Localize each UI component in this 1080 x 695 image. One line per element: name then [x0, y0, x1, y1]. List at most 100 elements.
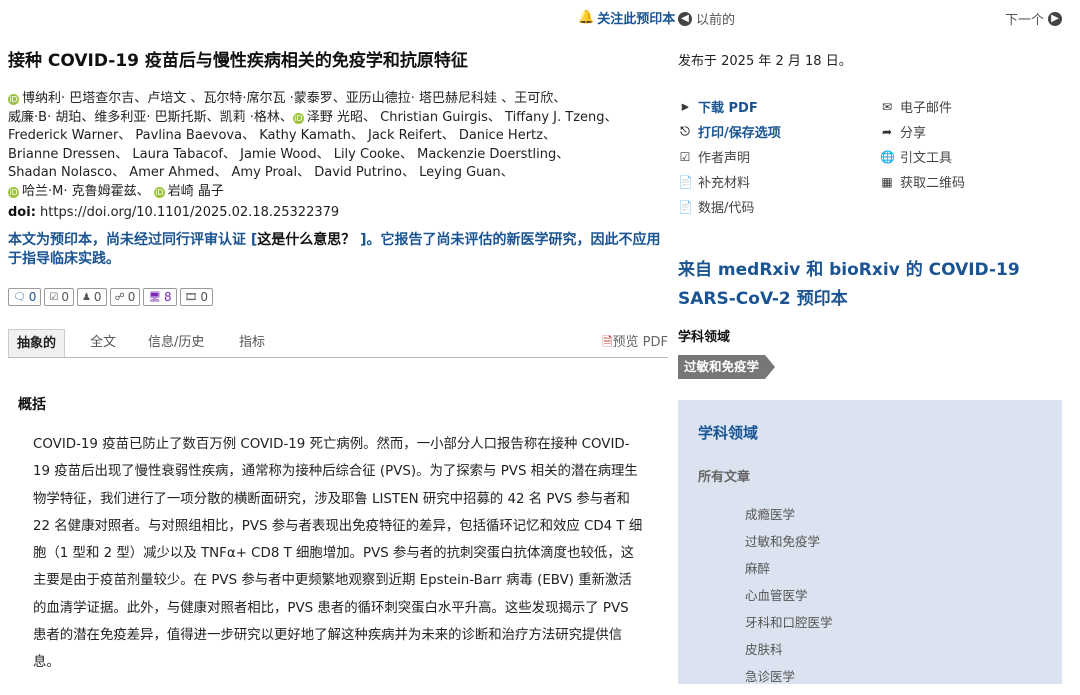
subject-list: 成瘾医学 过敏和免疫学 麻醉 心血管医学 牙科和口腔医学 皮肤科 急诊医学: [745, 506, 833, 695]
previous-link[interactable]: ◀ 以前的: [678, 9, 735, 28]
review-icon: ☑: [49, 291, 59, 303]
doi-line: doi: https://doi.org/10.1101/2025.02.18.…: [8, 205, 339, 220]
share-icon: ➦: [881, 124, 893, 139]
comment-icon: 🗨: [13, 291, 26, 303]
qr-code-icon: ▦: [881, 174, 893, 189]
email-label: 电子邮件: [900, 101, 953, 116]
subject-item-anesthesia[interactable]: 麻醉: [745, 560, 833, 587]
tab-info-history[interactable]: 信息/历史: [148, 329, 204, 357]
citation-tools-link[interactable]: 🌐 引文工具: [880, 147, 953, 167]
print-icon: ⎋: [680, 124, 690, 138]
connections-counter[interactable]: ☍ 0: [109, 288, 141, 306]
film-icon: 🎞: [184, 291, 198, 303]
abstract-heading: 概括: [18, 397, 46, 413]
subject-item-allergy-immunology[interactable]: 过敏和免疫学: [745, 533, 833, 560]
data-code-label: 数据/代码: [698, 201, 755, 216]
print-save-label: 打印/保存选项: [698, 126, 781, 141]
checkbox-icon: ☑: [679, 149, 691, 164]
tab-abstract[interactable]: 抽象的: [8, 329, 66, 357]
share-label: 分享: [900, 126, 927, 141]
file-icon: 📄: [678, 174, 693, 189]
preprint-notice: 本文为预印本，尚未经过同行评审认证 [这是什么意思？ ]。它报告了尚未评估的新医…: [8, 231, 668, 269]
monitor-icon: 🖥: [148, 291, 162, 303]
counter-value: 8: [164, 290, 172, 304]
what-does-this-mean-link[interactable]: 这是什么意思？: [257, 232, 355, 248]
authors-line-3[interactable]: Frederick Warner、 Pavlina Baevova、 Kathy…: [8, 128, 556, 143]
posted-date: 发布于 2025 年 2 月 18 日。: [678, 54, 852, 69]
orcid-icon: iD: [292, 112, 304, 124]
doi-label: doi:: [8, 205, 36, 220]
subject-tag[interactable]: 过敏和免疫学: [678, 355, 776, 379]
counter-value: 0: [93, 290, 102, 304]
data-code-link[interactable]: 📄 数据/代码: [678, 197, 755, 217]
authors-line-2a[interactable]: 威廉·B· 胡珀、维多利亚· 巴斯托斯、凯莉 ·格林、: [8, 110, 293, 125]
arrow-left-icon: ◀: [678, 11, 692, 26]
authors-line-4[interactable]: Brianne Dressen、 Laura Tabacof、 Jamie Wo…: [8, 147, 569, 162]
author-list: iD 博纳利· 巴塔查尔吉、卢培文 、瓦尔特·席尔瓦 ·蒙泰罗、亚历山德拉· 塔巴…: [8, 90, 668, 201]
download-pdf-label: 下载 PDF: [698, 101, 758, 116]
share-link[interactable]: ➦ 分享: [880, 122, 927, 142]
download-icon: ⫸: [681, 99, 689, 113]
subject-item-emergency-medicine[interactable]: 急诊医学: [745, 668, 833, 695]
community-counter[interactable]: ♟ 0: [76, 288, 107, 306]
authors-line-6b[interactable]: 岩崎 晶子: [168, 184, 224, 199]
author-declarations-link[interactable]: ☑ 作者声明: [678, 147, 751, 167]
tab-metrics[interactable]: 指标: [239, 329, 265, 357]
counter-value: 0: [200, 290, 209, 304]
video-counter[interactable]: 🎞 0: [179, 288, 214, 306]
email-link[interactable]: ✉ 电子邮件: [880, 97, 953, 117]
orcid-icon: iD: [8, 186, 19, 198]
orcid-icon: iD: [8, 94, 19, 105]
subject-item-addiction-medicine[interactable]: 成瘾医学: [745, 506, 833, 533]
orcid-icon: iD: [153, 186, 165, 198]
covid-preprints-heading[interactable]: 来自 medRxiv 和 bioRxiv 的 COVID-19 SARS-CoV…: [678, 256, 1068, 314]
qr-code-label: 获取二维码: [900, 176, 966, 191]
abstract-text: COVID-19 疫苗已防止了数百万例 COVID-19 死亡病例。然而，一小部…: [33, 437, 643, 671]
citation-tools-label: 引文工具: [900, 151, 953, 166]
print-save-link[interactable]: ⎋ 打印/保存选项: [678, 122, 781, 141]
subject-item-dermatology[interactable]: 皮肤科: [745, 641, 833, 668]
download-pdf-link[interactable]: ⫸ 下载 PDF: [678, 97, 758, 116]
arrow-right-icon: ▶: [1048, 11, 1063, 26]
share-nodes-icon: ☍: [114, 291, 125, 303]
supplementary-material-label: 补充材料: [698, 176, 751, 191]
all-articles-link[interactable]: 所有文章: [698, 466, 750, 485]
reviews-counter[interactable]: ☑ 0: [44, 288, 74, 306]
subject-item-dentistry[interactable]: 牙科和口腔医学: [745, 614, 833, 641]
authors-line-2b[interactable]: 泽野 光昭、 Christian Guirgis、 Tiffany J. Tze…: [307, 110, 618, 125]
previous-label: 以前的: [696, 13, 736, 28]
preprint-notice-part1: 本文为预印本，尚未经过同行评审认证 [: [8, 232, 258, 248]
envelope-icon: ✉: [881, 99, 893, 114]
preview-pdf-label: 预览 PDF: [612, 335, 668, 350]
supplementary-material-link[interactable]: 📄 补充材料: [678, 172, 751, 192]
authors-line-6a[interactable]: 哈兰·M· 克鲁姆霍兹、: [22, 184, 150, 199]
subject-item-cardiovascular[interactable]: 心血管医学: [745, 587, 833, 614]
bell-icon: 🔔: [578, 10, 595, 25]
subject-area-label: 学科领域: [678, 330, 731, 345]
metrics-counters: 🗨 0 ☑ 0 ♟ 0 ☍ 0 🖥 8 🎞 0: [8, 288, 214, 306]
counter-value: 0: [61, 290, 69, 304]
next-link[interactable]: 下一个 ▶: [1005, 9, 1063, 28]
preview-pdf-link[interactable]: 🗎预览 PDF: [602, 329, 668, 357]
author-declarations-label: 作者声明: [698, 151, 751, 166]
article-title: 接种 COVID-19 疫苗后与慢性疾病相关的免疫学和抗原特征: [8, 51, 468, 71]
subject-areas-title: 学科领域: [698, 424, 759, 442]
qr-code-link[interactable]: ▦ 获取二维码: [880, 172, 966, 192]
subject-areas-panel: 学科领域 所有文章 成瘾医学 过敏和免疫学 麻醉 心血管医学 牙科和口腔医学 皮…: [678, 400, 1062, 684]
follow-preprint-label: 关注此预印本: [597, 12, 676, 27]
authors-line-5[interactable]: Shadan Nolasco、 Amer Ahmed、 Amy Proal、 D…: [8, 165, 514, 180]
authors-line-1[interactable]: 博纳利· 巴塔查尔吉、卢培文 、瓦尔特·席尔瓦 ·蒙泰罗、亚历山德拉· 塔巴赫尼…: [22, 91, 566, 106]
pdf-file-icon: 🗎: [602, 335, 613, 350]
file-icon: 📄: [678, 199, 693, 214]
globe-icon: 🌐: [880, 149, 895, 164]
tab-full-text[interactable]: 全文: [90, 329, 116, 357]
users-icon: ♟: [81, 291, 91, 303]
media-counter[interactable]: 🖥 8: [143, 288, 177, 306]
follow-preprint-link[interactable]: 🔔 关注此预印本: [578, 8, 675, 27]
doi-link[interactable]: https://doi.org/10.1101/2025.02.18.25322…: [36, 205, 339, 220]
counter-value: 0: [28, 290, 37, 304]
article-tabs: 抽象的 全文 信息/历史 指标 🗎预览 PDF: [8, 329, 668, 358]
next-label: 下一个: [1005, 13, 1045, 28]
comments-counter[interactable]: 🗨 0: [8, 288, 42, 306]
counter-value: 0: [127, 290, 136, 304]
